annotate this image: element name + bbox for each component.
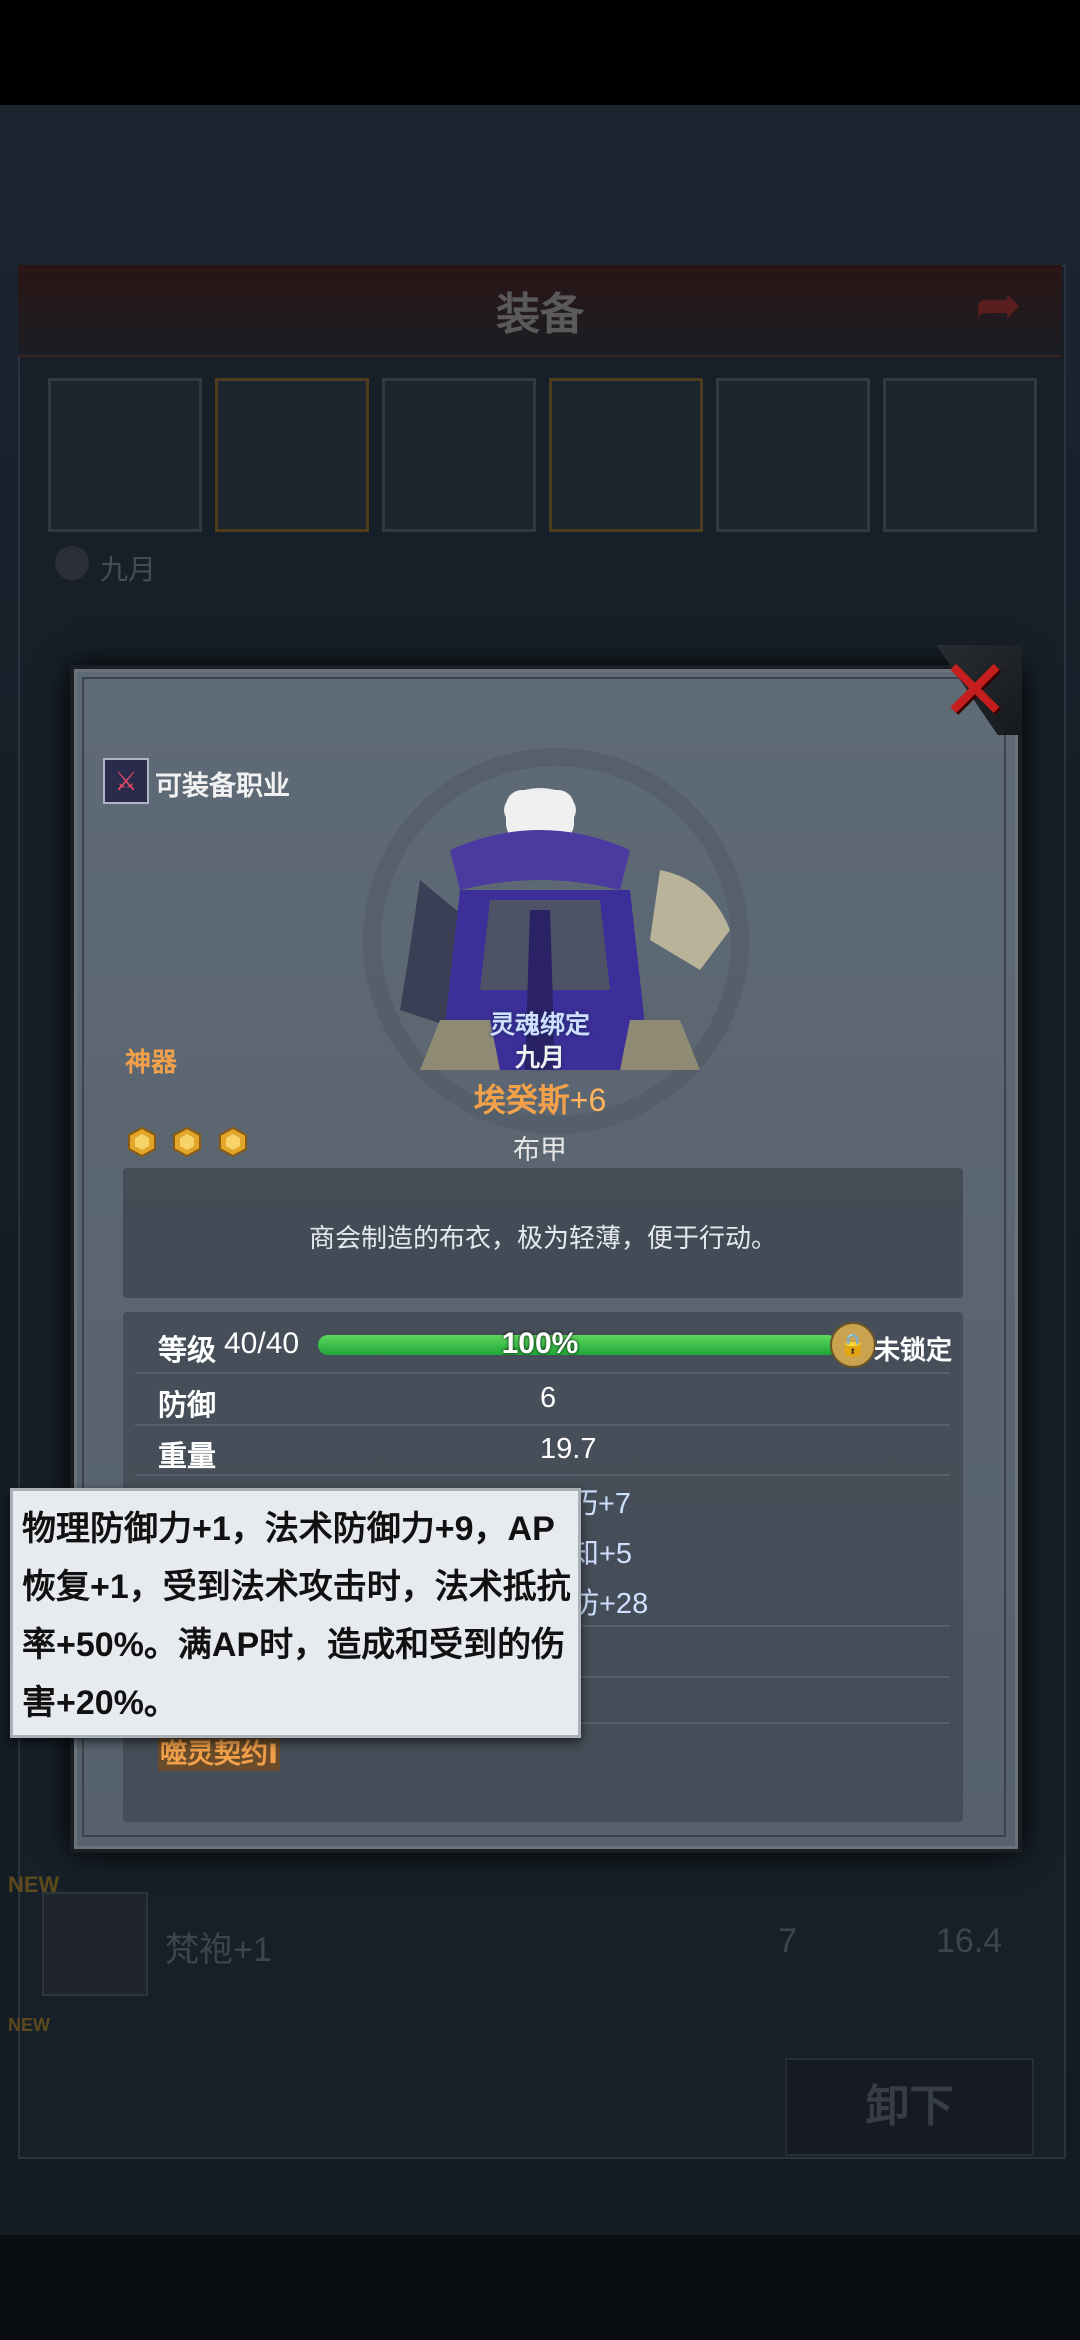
lock-icon[interactable]: 🔒	[830, 1322, 876, 1368]
equip-slot-legs[interactable]	[716, 378, 870, 532]
stat-label-weight: 重量	[158, 1441, 217, 1473]
equip-slot-weapon[interactable]	[48, 378, 202, 532]
divider	[135, 1424, 950, 1426]
item-name-text: 埃癸斯	[473, 1082, 570, 1118]
equip-slot-armor[interactable]	[549, 378, 703, 532]
soul-bind-label: 灵魂绑定	[489, 1011, 590, 1039]
equip-slot-cloak[interactable]	[382, 378, 536, 532]
rarity-label: 神器	[125, 1047, 178, 1077]
item-enhance-level: +6	[569, 1082, 607, 1118]
new-badge: NEW	[8, 2015, 50, 2035]
divider	[135, 1474, 950, 1476]
job-class-icon[interactable]: ⚔	[103, 758, 149, 804]
equip-slot-accessory[interactable]	[883, 378, 1037, 532]
owner-avatar	[55, 546, 89, 580]
rarity-gem-icon	[219, 1127, 247, 1157]
unequip-button[interactable]: 卸下	[785, 2058, 1034, 2156]
list-item-thumbnail[interactable]	[42, 1892, 148, 1996]
close-icon[interactable]: ✕	[935, 645, 1015, 735]
owner-label: 九月	[100, 554, 157, 585]
divider	[135, 1372, 950, 1374]
back-arrow-icon[interactable]: ➦	[975, 275, 1045, 335]
item-name: 埃癸斯+6	[0, 1075, 1080, 1121]
status-bar-area	[0, 0, 1080, 105]
tooltip-text: 物理防御力+1，法术防御力+9，AP恢复+1，受到法术攻击时，法术抵抗率+50%…	[22, 1510, 571, 1722]
equipment-title: 装备	[496, 290, 584, 339]
rarity-gem-icon	[173, 1127, 201, 1157]
stat-value-defense: 6	[540, 1382, 557, 1414]
item-description: 商会制造的布衣，极为轻薄，便于行动。	[308, 1223, 777, 1253]
rarity-gem-icon	[128, 1127, 156, 1157]
stat-value-weight: 19.7	[540, 1433, 597, 1465]
equippable-class-label[interactable]: 可装备职业	[155, 764, 290, 803]
list-item-defense: 7	[778, 1922, 797, 1960]
stat-label-defense: 防御	[158, 1390, 217, 1422]
equip-slot-head[interactable]	[215, 378, 369, 532]
item-type: 布甲	[513, 1135, 567, 1165]
lock-status[interactable]: 未锁定	[874, 1330, 952, 1367]
list-item-weight: 16.4	[936, 1922, 1003, 1960]
list-item-name: 梵袍+1	[165, 1931, 272, 1969]
